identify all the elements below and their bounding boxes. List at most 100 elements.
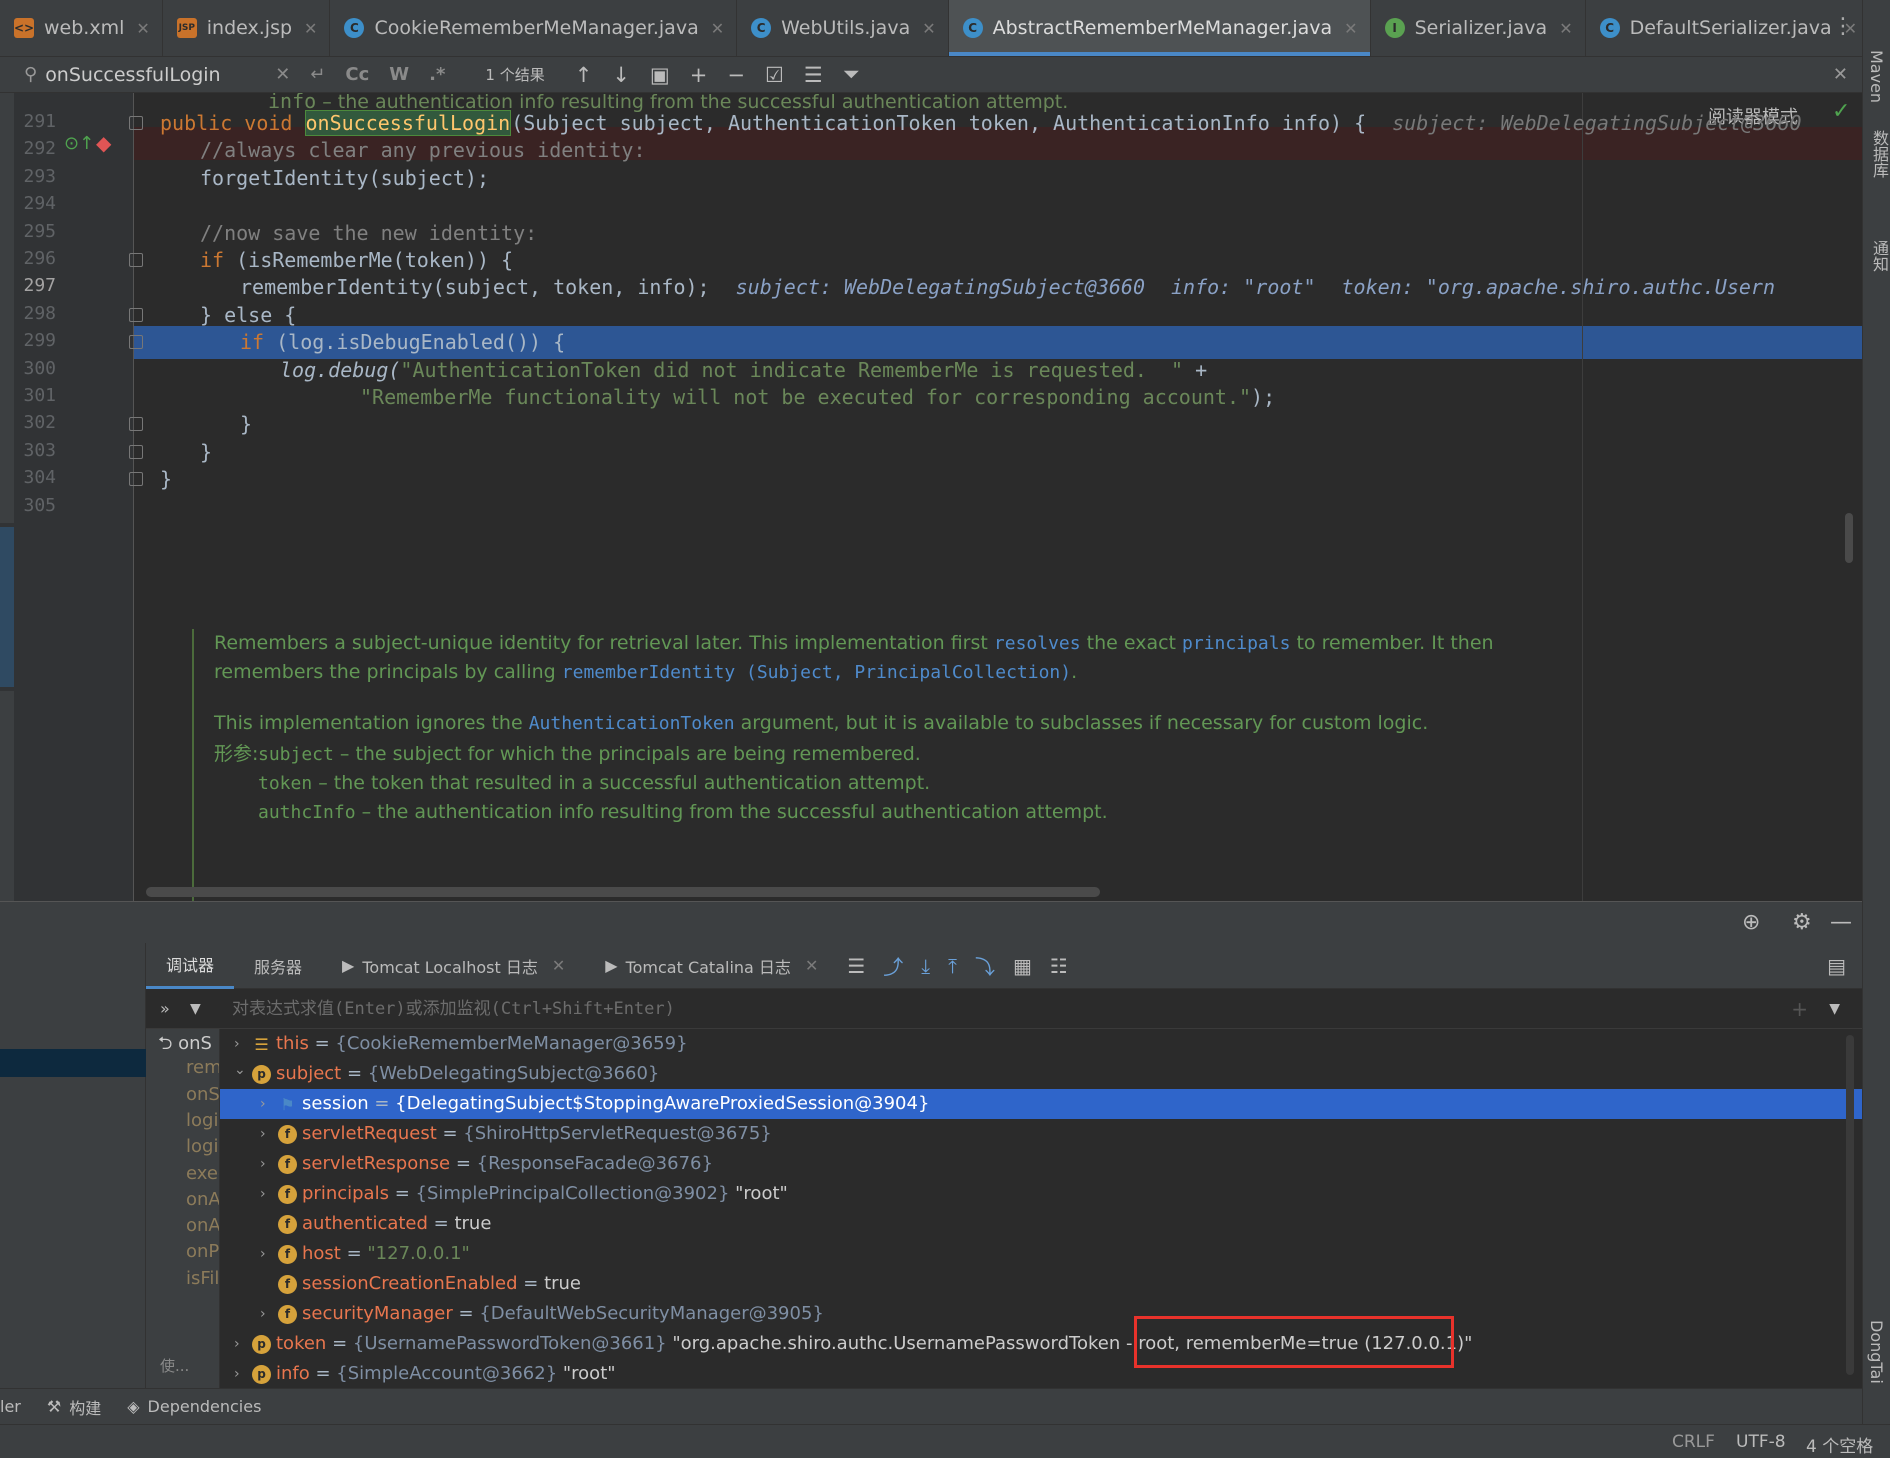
close-tab-icon[interactable]: ✕ [711,19,724,38]
line-number[interactable]: 295 [14,221,56,242]
chevron-down-icon[interactable]: ▼ [1829,1001,1840,1017]
frames-list[interactable]: ⮌ onS rem onS logi logi exec onA onA onP isFil 使..… [146,1029,220,1388]
minimize-icon[interactable]: — [1830,910,1852,935]
selected-session[interactable] [0,1049,146,1077]
notifications-tool-button[interactable]: 通知 [1867,240,1890,272]
chevron-right-icon[interactable]: › [234,1329,248,1359]
match-case-button[interactable]: Cc [345,64,369,85]
close-tab-icon[interactable]: ✕ [1559,19,1572,38]
chevron-expand-icon[interactable]: » [160,999,170,1018]
close-tab-icon[interactable]: ✕ [304,19,317,38]
debug-sessions-panel[interactable] [0,943,146,1388]
line-number[interactable]: 303 [14,440,56,461]
add-occurrence-icon[interactable]: + [690,63,708,87]
step-into-icon[interactable]: ⤓ [921,954,930,978]
dependencies-tool-button[interactable]: ◈ Dependencies [127,1397,261,1416]
variable-row[interactable]: › f servletRequest = {ShiroHttpServletRequ… [220,1119,1862,1149]
clear-search-icon[interactable]: ✕ [275,64,290,85]
whole-word-button[interactable]: W [389,64,409,85]
tool-button-partial[interactable]: ler [0,1397,21,1416]
stack-frame[interactable]: logi [186,1110,218,1131]
line-number[interactable]: 296 [14,248,56,269]
database-tool-button[interactable]: 数据库 [1867,130,1890,178]
close-search-icon[interactable]: ✕ [1833,64,1848,85]
variable-row[interactable]: f sessionCreationEnabled = true [220,1269,1862,1299]
evaluate-icon[interactable]: ▦ [1013,954,1032,978]
variable-row[interactable]: › ⚑ session = {DelegatingSubject$StoppingA… [220,1089,1862,1119]
gear-icon[interactable]: ⚙ [1792,910,1812,935]
close-tab-icon[interactable]: ✕ [805,956,818,975]
doc-link-principals[interactable]: principals [1182,633,1290,654]
crosshair-icon[interactable]: ⊕ [1742,910,1760,935]
variable-row[interactable]: › f principals = {SimplePrincipalCollectio… [220,1179,1862,1209]
variable-row[interactable]: f authenticated = true [220,1209,1862,1239]
build-tool-button[interactable]: ⚒ 构建 [47,1395,101,1419]
variables-tree[interactable]: › ☰ this = {CookieRememberMeManager@3659} ⌄… [220,1029,1862,1388]
close-tab-icon[interactable]: ✕ [136,19,149,38]
fold-marker-icon[interactable] [129,253,143,267]
chevron-right-icon[interactable]: › [260,1239,274,1269]
step-out-icon[interactable]: ⤒ [948,954,957,978]
stack-frame[interactable]: isFil [186,1268,219,1289]
open-in-window-icon[interactable]: ▣ [650,63,670,87]
previous-occurrence-icon[interactable]: ↑ [575,63,593,87]
layout-icon[interactable]: ▤ [1827,954,1846,978]
next-occurrence-icon[interactable]: ↓ [612,63,630,87]
stack-frame[interactable]: rem [186,1057,219,1078]
editor-tab[interactable]: C AbstractRememberMeManager.java ✕ [948,0,1371,56]
debugger-tab[interactable]: ▶ Tomcat Catalina 日志 ✕ [585,943,838,989]
variable-row[interactable]: › p info = {SimpleAccount@3662} "root" [220,1359,1862,1388]
fold-marker-icon[interactable] [129,335,143,350]
search-icon[interactable]: ⚲ [24,64,37,85]
variables-scrollbar[interactable] [1846,1035,1854,1375]
new-line-icon[interactable]: ↵ [310,64,325,85]
variable-row[interactable]: › f securityManager = {DefaultWebSecurityM… [220,1299,1862,1329]
chevron-right-icon[interactable]: › [260,1119,274,1149]
step-over-icon[interactable]: ⤴ [883,951,903,980]
run-to-cursor-icon[interactable]: ⤵ [975,951,995,980]
line-number[interactable]: 299 [14,330,56,351]
chevron-down-icon[interactable]: ⌄ [234,1055,248,1085]
breakpoint-icon[interactable]: ◆ [96,131,111,155]
line-number[interactable]: 293 [14,166,56,187]
implements-icon[interactable]: ⊙↑ [64,133,94,154]
chevron-right-icon[interactable]: › [260,1149,274,1179]
more-tabs-icon[interactable]: ⋮ [1832,14,1854,39]
editor-tab[interactable]: C CookieRememberMeManager.java ✕ [330,0,738,56]
chevron-right-icon[interactable]: › [260,1299,274,1329]
close-tab-icon[interactable]: ✕ [552,956,565,975]
maven-tool-button[interactable]: Maven [1867,50,1886,103]
line-number[interactable]: 304 [14,467,56,488]
doc-link-resolves[interactable]: resolves [994,633,1081,654]
fold-marker-icon[interactable] [129,444,143,459]
stack-frame[interactable]: logi [186,1136,218,1157]
remove-occurrence-icon[interactable]: − [727,63,745,87]
regex-button[interactable]: .* [429,64,445,85]
trace-icon[interactable]: ☷ [1050,954,1068,978]
variable-row[interactable]: ⌄ p subject = {WebDelegatingSubject@3660} [220,1059,1862,1089]
variable-row[interactable]: › f servletResponse = {ResponseFacade@3676… [220,1149,1862,1179]
chevron-down-icon[interactable]: ▼ [190,1001,201,1017]
editor-tab[interactable]: C DefaultSerializer.java ✕ [1586,0,1871,56]
line-number[interactable]: 291 [14,111,56,132]
variable-row[interactable]: › ☰ this = {CookieRememberMeManager@3659} [220,1029,1862,1059]
editor-tab[interactable]: <> web.xml ✕ [0,0,163,56]
stack-frame[interactable]: exec [186,1163,219,1184]
stack-frame[interactable]: onA [186,1189,219,1210]
filter-options-icon[interactable]: ☰ [804,63,823,87]
variable-row[interactable]: › f host = "127.0.0.1" [220,1239,1862,1269]
indent-setting[interactable]: 4 个空格 [1806,1432,1873,1457]
doc-link-authenticationtoken[interactable]: AuthenticationToken [529,713,735,734]
line-number[interactable]: 298 [14,303,56,324]
line-number[interactable]: 305 [14,495,56,516]
line-number[interactable]: 294 [14,193,56,214]
add-watch-icon[interactable]: + [1791,997,1808,1021]
line-number[interactable]: 301 [14,385,56,406]
chevron-right-icon[interactable]: › [234,1359,248,1388]
stack-frame[interactable]: onS [186,1084,219,1105]
line-separator[interactable]: CRLF [1672,1432,1715,1452]
variable-row[interactable]: › p token = {UsernamePasswordToken@3661} "… [220,1329,1862,1359]
horizontal-scrollbar[interactable] [146,887,1100,897]
frames-footer[interactable]: 使... [160,1355,189,1376]
line-number[interactable]: 292 [14,138,56,159]
